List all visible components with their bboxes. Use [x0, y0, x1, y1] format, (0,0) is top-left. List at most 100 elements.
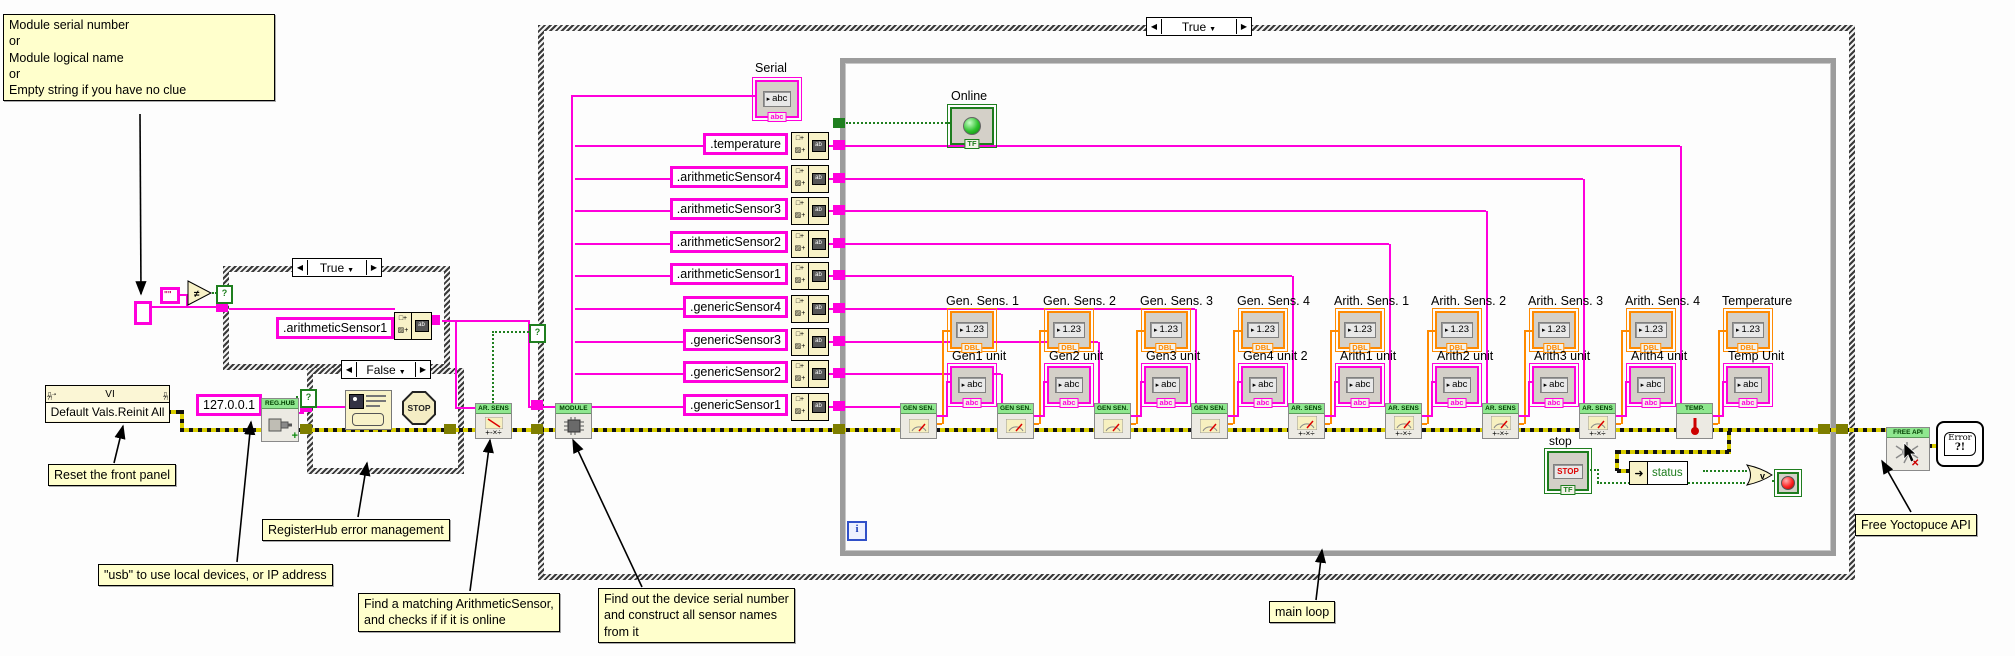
sensor-name-label[interactable]: Gen. Sens. 1: [946, 294, 1019, 308]
unbundle-status-node[interactable]: ➜: [1629, 461, 1649, 485]
unit-string-indicator[interactable]: ▸abcabc: [1532, 366, 1576, 404]
comment-main-loop[interactable]: main loop: [1269, 601, 1335, 623]
unit-string-indicator[interactable]: ▸abcabc: [1726, 366, 1770, 404]
sensor-name-label[interactable]: Arith. Sens. 3: [1528, 294, 1603, 308]
serial-indicator[interactable]: ▸abc abc: [755, 80, 799, 118]
comment-reset-front-panel[interactable]: Reset the front panel: [48, 464, 176, 486]
not-equal-node[interactable]: ≠: [187, 280, 213, 306]
sensor-name-label[interactable]: Arith. Sens. 4: [1625, 294, 1700, 308]
sensor-read-node[interactable]: GEN SEN.: [1094, 403, 1131, 439]
numeric-indicator[interactable]: ▸1.23DBL: [1726, 311, 1770, 349]
concat-strings-node[interactable]: □+▨+ab: [791, 295, 829, 323]
unit-string-indicator[interactable]: ▸abcabc: [1144, 366, 1188, 404]
stop-node[interactable]: STOP: [402, 391, 436, 425]
empty-string-constant[interactable]: "": [160, 287, 180, 304]
outer-case-selector[interactable]: ◀ True▼ ▶: [1146, 17, 1252, 36]
find-arith-sensor-node[interactable]: AR. SENS +-×÷: [475, 403, 512, 439]
numeric-indicator[interactable]: ▸1.23DBL: [1047, 311, 1091, 349]
wire-tunnel[interactable]: [833, 368, 845, 378]
arith1-name-constant[interactable]: .arithmeticSensor1: [276, 317, 394, 339]
unit-indicator-label[interactable]: Gen2 unit: [1049, 349, 1103, 363]
wire-tunnel[interactable]: [833, 401, 845, 411]
wire-tunnel[interactable]: [444, 424, 456, 434]
numeric-indicator[interactable]: ▸1.23DBL: [1338, 311, 1382, 349]
wire-tunnel[interactable]: [531, 400, 543, 410]
wire-tunnel[interactable]: [1836, 424, 1848, 434]
sensor-name-label[interactable]: Gen. Sens. 2: [1043, 294, 1116, 308]
case-prev-icon[interactable]: ◀: [293, 260, 308, 275]
error-handler-node[interactable]: Error ?!: [1936, 421, 1984, 467]
online-indicator[interactable]: TF: [950, 107, 994, 145]
sensor-read-node[interactable]: AR. SENS+-×÷: [1482, 403, 1519, 439]
module-node[interactable]: MODULE: [555, 403, 592, 439]
case-prev-icon[interactable]: ◀: [342, 362, 357, 377]
name-string-constant[interactable]: .genericSensor1: [683, 394, 788, 416]
numeric-indicator[interactable]: ▸1.23DBL: [1435, 311, 1479, 349]
sensor-name-label[interactable]: Gen. Sens. 4: [1237, 294, 1310, 308]
loop-iteration-terminal[interactable]: i: [847, 521, 867, 541]
wire-tunnel[interactable]: [833, 238, 845, 248]
comment-find-matching[interactable]: Find a matching ArithmeticSensor, and ch…: [358, 593, 560, 632]
case-next-icon[interactable]: ▶: [1236, 19, 1251, 34]
online-indicator-label[interactable]: Online: [951, 89, 987, 103]
wire-tunnel[interactable]: [531, 424, 543, 434]
comment-usb-hint[interactable]: "usb" to use local devices, or IP addres…: [98, 564, 333, 586]
sensor-read-node[interactable]: GEN SEN.: [1191, 403, 1228, 439]
free-api-node[interactable]: FREE API ✕: [1886, 427, 1930, 471]
sensor-read-node[interactable]: AR. SENS+-×÷: [1579, 403, 1616, 439]
unit-indicator-label[interactable]: Arith3 unit: [1534, 349, 1590, 363]
concat-strings-node[interactable]: □+▨+ab: [791, 197, 829, 225]
concat-strings-node[interactable]: □+▨+ab: [791, 230, 829, 258]
concat-strings-node[interactable]: □+▨+ ab: [394, 312, 432, 340]
concat-strings-node[interactable]: □+▨+ab: [791, 328, 829, 356]
numeric-indicator[interactable]: ▸1.23DBL: [950, 311, 994, 349]
vi-invoke-node[interactable]: ▯➝ VI ▯ Default Vals.Reinit All ?! ?!: [45, 385, 170, 423]
comment-free-api[interactable]: Free Yoctopuce API: [1855, 514, 1977, 536]
concat-strings-node[interactable]: □+▨+ab: [791, 262, 829, 290]
wire-tunnel[interactable]: [833, 424, 845, 434]
unit-string-indicator[interactable]: ▸abcabc: [950, 366, 994, 404]
unit-indicator-label[interactable]: Arith4 unit: [1631, 349, 1687, 363]
name-string-constant[interactable]: .arithmeticSensor4: [670, 166, 788, 188]
concat-strings-node[interactable]: □+▨+ab: [791, 360, 829, 388]
vi-method-label[interactable]: Default Vals.Reinit All: [46, 403, 169, 421]
concat-strings-node[interactable]: □+▨+ab: [791, 393, 829, 421]
or-gate-node[interactable]: v: [1745, 463, 1775, 487]
unit-string-indicator[interactable]: ▸abcabc: [1338, 366, 1382, 404]
unit-string-indicator[interactable]: ▸abcabc: [1629, 366, 1673, 404]
name-string-constant[interactable]: .genericSensor2: [683, 361, 788, 383]
sensor-name-label[interactable]: Gen. Sens. 3: [1140, 294, 1213, 308]
stop-button-label[interactable]: stop: [1549, 434, 1572, 448]
stop-button-terminal[interactable]: STOP TF: [1547, 451, 1589, 491]
unit-indicator-label[interactable]: Gen3 unit: [1146, 349, 1200, 363]
wire-tunnel[interactable]: [833, 270, 845, 280]
name-string-constant[interactable]: .arithmeticSensor2: [670, 231, 788, 253]
numeric-indicator[interactable]: ▸1.23DBL: [1629, 311, 1673, 349]
name-string-constant[interactable]: .genericSensor4: [683, 296, 788, 318]
comment-module-hint[interactable]: Module serial number or Module logical n…: [3, 14, 275, 101]
sensor-name-label[interactable]: Arith. Sens. 2: [1431, 294, 1506, 308]
status-element-label[interactable]: status: [1647, 461, 1688, 485]
wire-tunnel[interactable]: [833, 303, 845, 313]
unit-string-indicator[interactable]: ▸abcabc: [1047, 366, 1091, 404]
sensor-read-node[interactable]: AR. SENS+-×÷: [1288, 403, 1325, 439]
wire-tunnel[interactable]: [833, 173, 845, 183]
unit-indicator-label[interactable]: Temp Unit: [1728, 349, 1784, 363]
unit-indicator-label[interactable]: Gen1 unit: [952, 349, 1006, 363]
name-string-constant[interactable]: .temperature: [703, 133, 788, 155]
sensor-name-label[interactable]: Temperature: [1722, 294, 1792, 308]
case-next-icon[interactable]: ▶: [415, 362, 430, 377]
wire-tunnel[interactable]: [300, 424, 312, 434]
unit-indicator-label[interactable]: Gen4 unit 2: [1243, 349, 1308, 363]
error-dialog-node[interactable]: [345, 390, 392, 430]
serial-indicator-label[interactable]: Serial: [755, 61, 787, 75]
name-string-constant[interactable]: .genericSensor3: [683, 329, 788, 351]
sensor-read-node[interactable]: AR. SENS+-×÷: [1385, 403, 1422, 439]
concat-strings-node[interactable]: □+▨+ab: [791, 132, 829, 160]
wire-tunnel[interactable]: [833, 336, 845, 346]
unit-string-indicator[interactable]: ▸abcabc: [1435, 366, 1479, 404]
sensor-name-label[interactable]: Arith. Sens. 1: [1334, 294, 1409, 308]
concat-strings-node[interactable]: □+▨+ab: [791, 165, 829, 193]
unit-string-indicator[interactable]: ▸abcabc: [1241, 366, 1285, 404]
ip-address-constant[interactable]: 127.0.0.1: [196, 394, 262, 416]
